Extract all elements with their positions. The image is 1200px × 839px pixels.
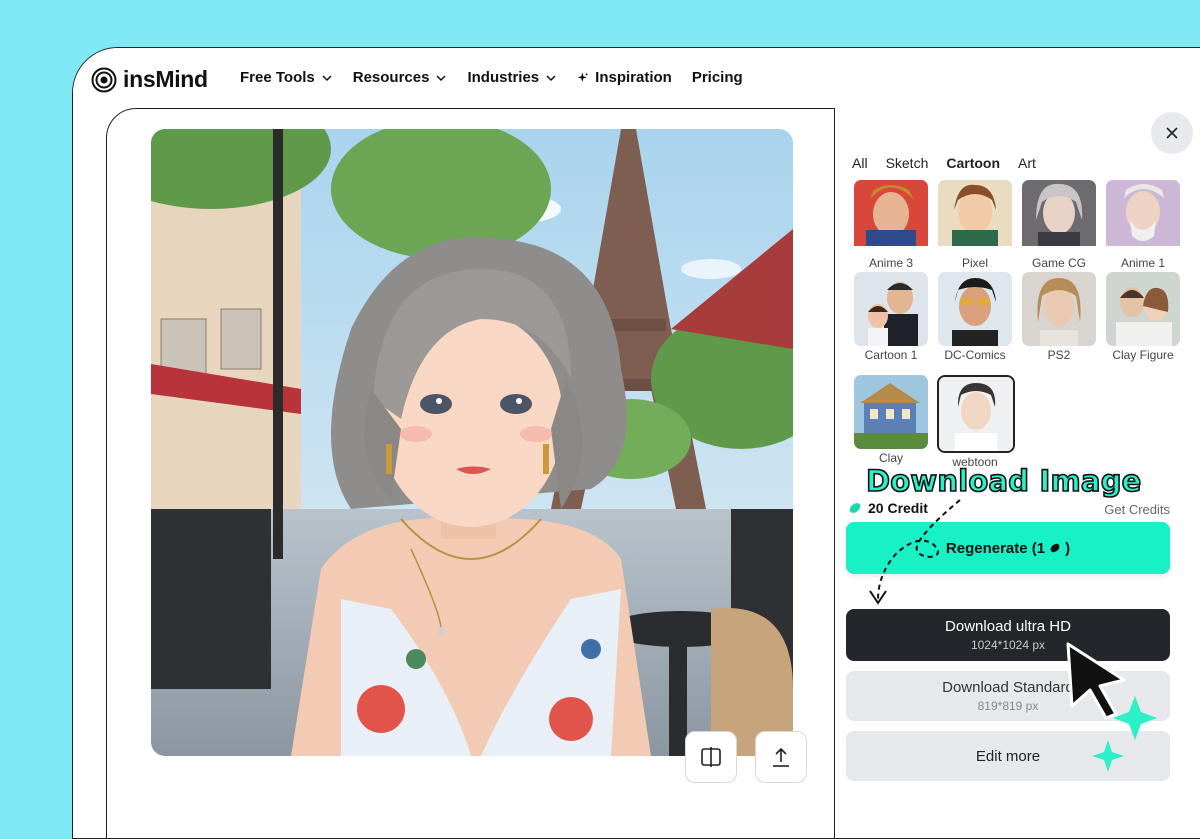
chevron-down-icon bbox=[546, 74, 556, 81]
nav-pricing-label: Pricing bbox=[691, 69, 743, 86]
style-label: Anime 3 bbox=[868, 256, 914, 270]
style-label: Pixel bbox=[961, 256, 988, 270]
brand-name: insMind bbox=[123, 66, 208, 92]
sparkle-stars-icon bbox=[1092, 696, 1157, 772]
chevron-down-icon bbox=[322, 74, 332, 81]
style-thumbnail bbox=[854, 375, 928, 449]
chevron-down-icon bbox=[436, 74, 446, 81]
style-category-tabs: All Sketch Cartoon Art bbox=[852, 155, 1054, 171]
style-tile-webtoon[interactable]: webtoon bbox=[937, 375, 1015, 469]
style-tile-ps2[interactable]: PS2 bbox=[1021, 272, 1097, 362]
regenerate-suffix: ) bbox=[1065, 539, 1071, 557]
close-panel-button[interactable] bbox=[1151, 112, 1193, 154]
style-thumbnail bbox=[937, 375, 1015, 453]
sparkle-icon bbox=[577, 72, 589, 82]
compare-button[interactable] bbox=[685, 731, 737, 783]
get-credits-link[interactable]: Get Credits bbox=[1104, 502, 1170, 517]
nav-free-tools-label: Free Tools bbox=[240, 69, 315, 86]
style-tile-pixel[interactable]: Pixel bbox=[937, 180, 1013, 270]
style-thumbnail bbox=[1022, 272, 1096, 346]
canvas-panel bbox=[106, 108, 868, 838]
style-tile-dc-comics[interactable]: DC-Comics bbox=[937, 272, 1013, 362]
style-label: Clay Figure bbox=[1112, 348, 1174, 362]
style-tile-game-cg[interactable]: Game CG bbox=[1021, 180, 1097, 270]
close-icon bbox=[1166, 127, 1178, 139]
download-image-callout: Download Image bbox=[865, 463, 1142, 499]
nav-free-tools[interactable]: Free Tools bbox=[240, 69, 333, 86]
style-thumbnail bbox=[854, 180, 928, 254]
style-label: DC-Comics bbox=[944, 348, 1006, 362]
download-ultra-label: Download ultra HD bbox=[945, 618, 1071, 635]
style-thumbnail bbox=[854, 272, 928, 346]
style-tile-anime-3[interactable]: Anime 3 bbox=[853, 180, 929, 270]
nav-inspiration[interactable]: Inspiration bbox=[577, 69, 672, 86]
download-standard-size: 819*819 px bbox=[977, 699, 1039, 713]
style-thumbnail bbox=[1022, 180, 1096, 254]
credit-bean-icon bbox=[1050, 543, 1060, 553]
nav-inspiration-label: Inspiration bbox=[595, 69, 672, 86]
compare-split-icon bbox=[701, 747, 721, 767]
download-ultra-size: 1024*1024 px bbox=[970, 638, 1046, 652]
style-thumbnail bbox=[1106, 272, 1180, 346]
share-upload-button[interactable] bbox=[755, 731, 807, 783]
style-tile-anime-1[interactable]: Anime 1 bbox=[1105, 180, 1181, 270]
dashed-arrow-icon bbox=[869, 499, 961, 605]
nav-industries-label: Industries bbox=[467, 69, 540, 86]
top-navigation: insMind Free Tools Resources Industries … bbox=[73, 48, 1200, 108]
style-label: Anime 1 bbox=[1120, 256, 1166, 270]
style-label: Cartoon 1 bbox=[864, 348, 918, 362]
style-label: PS2 bbox=[1047, 348, 1071, 362]
main-nav: Free Tools Resources Industries Inspirat… bbox=[240, 69, 763, 86]
nav-resources[interactable]: Resources bbox=[353, 69, 448, 86]
logo-icon bbox=[91, 67, 117, 92]
tab-art[interactable]: Art bbox=[1018, 155, 1036, 171]
app-window: insMind Free Tools Resources Industries … bbox=[72, 47, 1200, 839]
style-label: Game CG bbox=[1031, 256, 1086, 270]
generated-image bbox=[151, 129, 793, 756]
style-tile-cartoon-1[interactable]: Cartoon 1 bbox=[853, 272, 929, 362]
upload-icon bbox=[773, 747, 789, 767]
tab-all[interactable]: All bbox=[852, 155, 868, 171]
brand-logo[interactable]: insMind bbox=[91, 66, 208, 93]
style-tile-clay-figure[interactable]: Clay Figure bbox=[1105, 272, 1181, 362]
style-label: Clay bbox=[878, 451, 903, 465]
download-standard-label: Download Standard bbox=[942, 679, 1074, 696]
style-thumbnail bbox=[938, 180, 1012, 254]
style-thumbnail bbox=[938, 272, 1012, 346]
tab-sketch[interactable]: Sketch bbox=[886, 155, 929, 171]
edit-more-label: Edit more bbox=[975, 747, 1041, 765]
nav-industries[interactable]: Industries bbox=[467, 69, 557, 86]
tab-cartoon[interactable]: Cartoon bbox=[946, 155, 1000, 171]
nav-resources-label: Resources bbox=[352, 69, 430, 86]
style-thumbnail bbox=[1106, 180, 1180, 254]
style-tile-clay[interactable]: Clay bbox=[853, 375, 929, 465]
nav-pricing[interactable]: Pricing bbox=[692, 69, 743, 86]
